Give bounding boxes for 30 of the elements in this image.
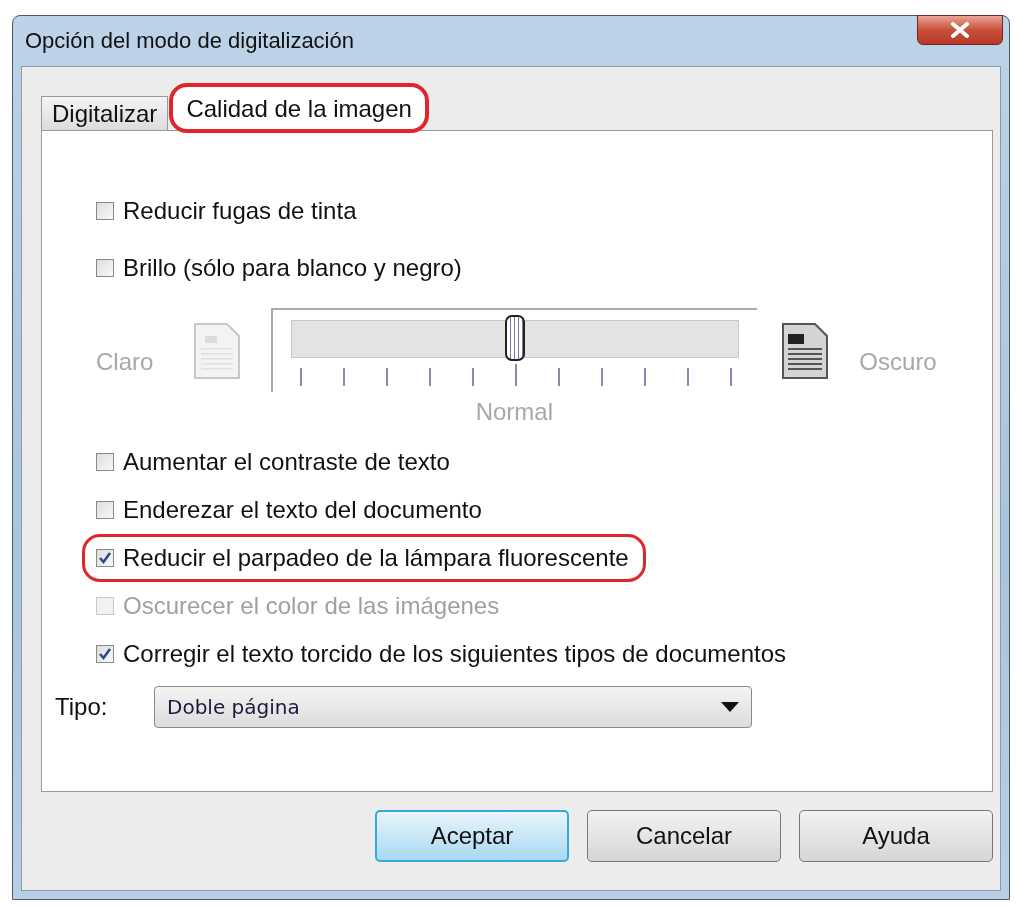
checkbox[interactable] <box>96 201 114 220</box>
checkbox-option[interactable]: Reducir el parpadeo de la lámpara fluorescente <box>96 544 629 572</box>
slider-min-label: Claro <box>96 348 154 376</box>
type-dropdown[interactable]: Doble página <box>154 686 752 728</box>
close-button[interactable] <box>917 15 1003 45</box>
dialog-button[interactable]: Aceptar <box>375 810 569 862</box>
checkbox-option[interactable]: Corregir el texto torcido de los siguientes tipos de documentos <box>96 640 787 668</box>
checkbox-option[interactable]: Brillo (sólo para blanco y negro) <box>96 253 462 282</box>
checkbox[interactable] <box>96 645 114 663</box>
dialog-button[interactable]: Cancelar <box>587 810 781 862</box>
checkbox[interactable] <box>96 549 114 567</box>
blank-document-icon <box>193 322 242 380</box>
checkbox-option[interactable]: Aumentar el contraste de texto <box>96 448 450 476</box>
checkmark-icon <box>98 647 112 661</box>
tab[interactable]: Digitalizar <box>41 96 169 130</box>
checkbox[interactable] <box>96 453 114 471</box>
checkbox[interactable] <box>96 258 114 277</box>
checkbox-option[interactable]: Reducir fugas de tinta <box>96 196 357 225</box>
dialog-button[interactable]: Ayuda <box>799 810 993 862</box>
dropdown-arrow-icon <box>721 702 739 712</box>
slider-max-label: Oscuro <box>859 348 937 376</box>
tab[interactable]: Calidad de la imagen <box>171 85 427 131</box>
checkbox[interactable] <box>96 501 114 519</box>
field-label: Tipo: <box>55 693 109 721</box>
checkbox-option[interactable]: Enderezar el texto del documento <box>96 496 482 524</box>
window-title: Opción del modo de digitalización <box>25 28 354 54</box>
slider-center-label: Normal <box>475 398 554 426</box>
checkmark-icon <box>98 551 112 565</box>
close-icon <box>950 22 970 38</box>
document-icon <box>781 322 830 380</box>
